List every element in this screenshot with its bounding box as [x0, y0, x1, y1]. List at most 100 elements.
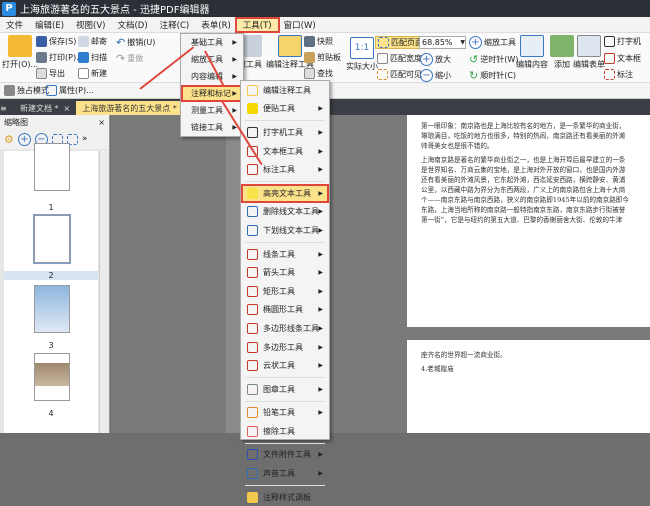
typewriter-button[interactable]: 打字机	[604, 36, 641, 47]
menu-item[interactable]: 表单(R)	[195, 19, 237, 31]
zoom-in-icon[interactable]: +	[17, 132, 31, 146]
tab-list-icon[interactable]: ≡	[0, 101, 14, 115]
more-icon[interactable]: »	[82, 134, 88, 144]
attachment-icon	[247, 449, 258, 461]
scan-button[interactable]: 扫描	[78, 52, 107, 63]
annotation-menu-item[interactable]: 线条工具 ▶	[241, 245, 329, 264]
actual-size-button[interactable]: 1:1 实际大小	[346, 37, 378, 72]
zoom-tool-button[interactable]: + 缩放工具	[469, 36, 516, 49]
zoom-out-button[interactable]: − 缩小	[420, 69, 451, 82]
chevron-right-icon: ▶	[318, 166, 323, 174]
edit-content-button[interactable]: 编辑内容	[516, 35, 548, 70]
fit-visible-button[interactable]: 匹配可见	[377, 69, 422, 80]
mail-button[interactable]: 邮寄	[78, 36, 107, 47]
document-page-1: 第一眼印象：南京路也是上海比较有名的地方，是一条繁华的商业街， 琳琅满目，吃饭的地…	[407, 115, 650, 327]
stamp-icon	[247, 383, 258, 395]
export-button[interactable]: 导出	[36, 68, 65, 79]
edit-form-button[interactable]: 编辑表单	[573, 35, 605, 70]
chevron-right-icon: ▶	[232, 90, 237, 97]
text-line: 是世界知名、万商云集的宝地，是上海对外开放的窗口，也是国内外游	[421, 166, 626, 174]
menu-separator	[245, 400, 325, 402]
thumbnail-page-2[interactable]	[33, 214, 71, 264]
annotation-menu-item[interactable]: 箭头工具 ▶	[241, 263, 329, 282]
thumbnail-scrollbar[interactable]	[99, 151, 108, 433]
find-button[interactable]: 查找	[304, 68, 333, 79]
zoom-level-select[interactable]: 68.85% ▼	[419, 36, 466, 49]
menu-item[interactable]: 视图(V)	[70, 19, 111, 31]
open-button[interactable]: 打开(O)...	[2, 35, 38, 70]
rotate-ccw-button[interactable]: ↺ 逆时针(W)	[469, 53, 518, 66]
menu-item[interactable]: 工具(T)	[234, 16, 280, 33]
chevron-right-icon: ▶	[318, 385, 323, 393]
undo-button[interactable]: ↶ 撤销(U)	[116, 36, 155, 49]
chevron-right-icon: ▶	[318, 208, 323, 216]
annotation-menu-item[interactable]: 椭圆形工具 ▶	[241, 301, 329, 320]
title-bar: P 上海旅游著名的五大景点 - 迅捷PDF编辑器	[0, 0, 650, 17]
annotation-menu-item[interactable]: 铅笔工具 ▶	[241, 404, 329, 423]
annotation-menu-item[interactable]: 下划线文本工具 ▶	[241, 221, 329, 240]
tools-menu-item[interactable]: 注释和标记 ▶	[181, 85, 243, 102]
chevron-right-icon: ▶	[318, 189, 323, 197]
annotation-menu-item[interactable]: 矩形工具 ▶	[241, 282, 329, 301]
actual-size-icon: 1:1	[350, 37, 374, 59]
panel-title: 缩略图	[4, 117, 28, 127]
text-line: 4.老城隍庙	[421, 365, 454, 373]
tools-menu-item[interactable]: 内容编辑 ▶	[181, 68, 243, 85]
new-button[interactable]: 新建	[78, 68, 107, 79]
annotation-menu-item[interactable]: 打字机工具 ▶	[241, 123, 329, 142]
thumbnail-page-4[interactable]	[34, 353, 70, 401]
annotation-menu-item[interactable]: 图章工具 ▶	[241, 380, 329, 399]
gear-icon[interactable]: ⚙	[4, 133, 14, 146]
clipboard-icon	[304, 52, 315, 63]
properties-button[interactable]: 属性(P)...	[46, 85, 94, 96]
close-icon[interactable]: ×	[98, 118, 105, 127]
menu-item[interactable]: 文件	[0, 19, 29, 31]
textbox-icon	[604, 53, 615, 64]
menu-item[interactable]: 编辑(E)	[29, 19, 70, 31]
print-button[interactable]: 打印(P)...	[36, 52, 84, 63]
textbox-button[interactable]: 文本框	[604, 53, 641, 64]
chevron-right-icon: ▶	[318, 362, 323, 370]
text-line: 还有看美丽的外滩风景，它东起外滩，西迄延安西路，横跨静安、黄浦	[421, 176, 626, 184]
annotation-menu-item[interactable]: 多边形工具 ▶	[241, 338, 329, 357]
tab-new-document[interactable]: 新建文档 * ×	[14, 101, 76, 115]
menu-item[interactable]: 注释(C)	[154, 19, 196, 31]
add-button[interactable]: 添加	[550, 35, 574, 70]
page-number: 1	[48, 203, 54, 212]
annotation-menu-item[interactable]: 文件附件工具 ▶	[241, 446, 329, 465]
clipboard-button[interactable]: 剪贴板	[304, 52, 341, 63]
annotation-menu-item[interactable]: 云状工具 ▶	[241, 356, 329, 375]
fit-width-button[interactable]: 匹配宽度	[377, 53, 422, 64]
text-line: 第一眼印象：南京路也是上海比较有名的地方，是一条繁华的商业街，	[421, 122, 626, 130]
chevron-right-icon: ▶	[318, 306, 323, 314]
zoom-in-button[interactable]: + 放大	[420, 53, 451, 66]
thumbnail-page-1[interactable]	[34, 143, 70, 191]
fit-page-icon	[378, 37, 389, 48]
annotation-menu-item[interactable]: 声音工具 ▶	[241, 464, 329, 483]
annotation-menu-item[interactable]: 编辑注释工具	[241, 81, 329, 100]
tools-menu-item[interactable]: 测量工具 ▶	[181, 102, 243, 119]
zoom-in-icon: +	[420, 53, 433, 66]
annotation-menu-item[interactable]: 多边形线条工具 ▶	[241, 319, 329, 338]
annotation-menu-item[interactable]: 便贴工具 ▶	[241, 100, 329, 119]
menu-item[interactable]: 文档(D)	[111, 19, 153, 31]
callout-button[interactable]: 标注	[604, 69, 633, 80]
menu-separator	[245, 442, 325, 444]
menu-item[interactable]: 窗口(W)	[278, 19, 322, 31]
polygon-icon	[247, 341, 258, 353]
annotation-menu-item[interactable]: 注释样式调板	[241, 488, 329, 506]
snapshot-button[interactable]: 快照	[304, 36, 333, 47]
annotation-menu-item[interactable]: 高亮文本工具 ▶	[241, 183, 329, 203]
print-icon	[36, 52, 47, 63]
thumbnail-page-3[interactable]	[34, 285, 70, 333]
rotate-cw-button[interactable]: ↻ 顺时针(C)	[469, 69, 516, 82]
exclusive-mode-button[interactable]: 独占模式	[4, 85, 49, 96]
annotation-menu-item[interactable]: 擦除工具	[241, 422, 329, 441]
redo-button[interactable]: ↷ 重做	[116, 52, 143, 65]
save-button[interactable]: 保存(S)	[36, 36, 76, 47]
close-icon[interactable]: ×	[64, 104, 71, 113]
menu-separator	[245, 241, 325, 243]
annotation-menu-item[interactable]: 删除线文本工具 ▶	[241, 203, 329, 222]
tab-shanghai-document[interactable]: 上海旅游著名的五大景点 *×	[76, 101, 195, 115]
annotation-menu-item[interactable]: 标注工具 ▶	[241, 160, 329, 179]
